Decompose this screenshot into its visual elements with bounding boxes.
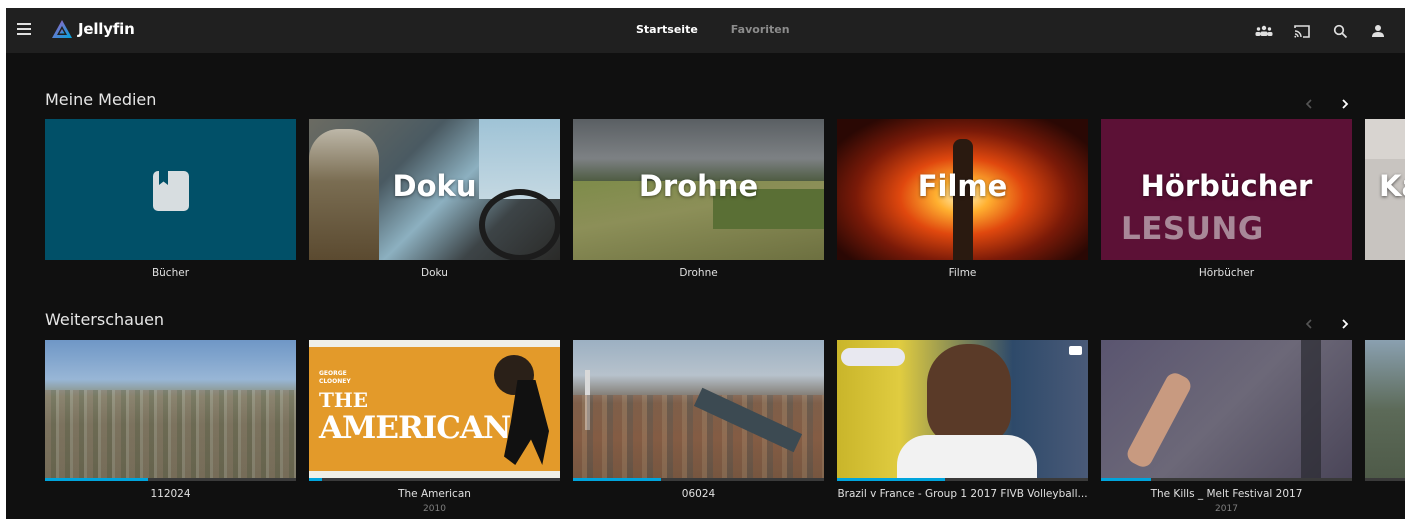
media-title-partial: Ka [1379,169,1405,203]
scroll-right-button[interactable] [1335,95,1355,113]
poster-actor-2: CLOONEY [319,378,351,385]
progress-bar [573,478,661,481]
media-title-hoerbuecher: Hörbücher [1140,169,1313,203]
continue-card-4[interactable] [837,340,1088,481]
continue-card-3[interactable] [573,340,824,481]
jellyfin-logo-icon [52,20,72,38]
media-card-doku[interactable]: Doku [309,119,560,260]
continue-label-4[interactable]: Brazil v France - Group 1 2017 FIVB Voll… [837,488,1088,500]
progress-bar [309,478,322,481]
continue-scroll-right-button[interactable] [1335,315,1355,333]
media-title-doku: Doku [392,169,477,203]
media-label-drohne[interactable]: Drohne [573,267,824,279]
media-label-doku[interactable]: Doku [309,267,560,279]
app-name: Jellyfin [78,20,135,38]
media-title-drohne: Drohne [638,169,759,203]
continue-label-1[interactable]: 112024 [45,488,296,500]
media-label-filme[interactable]: Filme [837,267,1088,279]
poster-title-2: AMERICAN [319,410,511,446]
chevron-right-icon [1342,99,1349,109]
nav-tabs: Startseite Favoriten [636,23,790,36]
tab-favorites[interactable]: Favoriten [731,23,790,36]
continue-scroll-left-button[interactable] [1299,315,1319,333]
media-card-drohne[interactable]: Drohne [573,119,824,260]
jellyfin-logo[interactable]: Jellyfin [51,19,135,39]
tab-home[interactable]: Startseite [636,23,698,36]
section-title-continue: Weiterschauen [45,310,165,329]
book-icon [153,171,189,211]
progress-bar [1101,478,1152,481]
media-title-filme: Filme [917,169,1008,203]
continue-label-3[interactable]: 06024 [573,488,824,500]
media-label-hoerbuecher[interactable]: Hörbücher [1101,267,1352,279]
continue-year-2: 2010 [423,504,446,514]
continue-card-2[interactable]: GEORGE CLOONEY THE AMERICAN [309,340,560,481]
search-icon[interactable] [1321,20,1359,42]
continue-label-5[interactable]: The Kills _ Melt Festival 2017 [1101,488,1352,500]
progress-bar [837,478,945,481]
poster-title-1: THE [319,388,369,412]
top-bar: Jellyfin Startseite Favoriten [6,8,1405,53]
scroll-left-button[interactable] [1299,95,1319,113]
group-icon[interactable] [1245,20,1283,42]
app-window: Jellyfin Startseite Favoriten Meine Medi… [6,8,1405,519]
media-card-filme[interactable]: Filme [837,119,1088,260]
continue-card-1[interactable] [45,340,296,481]
continue-label-2[interactable]: The American [309,488,560,500]
media-label-books[interactable]: Bücher [45,267,296,279]
media-card-hoerbuecher[interactable]: Hörbücher LESUNG [1101,119,1352,260]
header-actions [1245,20,1397,42]
continue-card-partial[interactable] [1365,340,1405,481]
media-subtitle-hoerbuecher: LESUNG [1121,211,1264,247]
video-icon [1069,346,1082,355]
section-title-media: Meine Medien [45,90,157,109]
chevron-right-icon [1342,319,1349,329]
media-card-partial[interactable]: Ka [1365,119,1405,260]
chevron-left-icon [1305,319,1312,329]
poster-actor-1: GEORGE [319,370,347,377]
progress-bar [45,478,148,481]
media-card-books[interactable] [45,119,296,260]
cast-icon[interactable] [1283,20,1321,42]
user-icon[interactable] [1359,20,1397,42]
menu-icon[interactable] [17,23,31,35]
continue-card-5[interactable] [1101,340,1352,481]
chevron-left-icon [1305,99,1312,109]
continue-year-5: 2017 [1215,504,1238,514]
